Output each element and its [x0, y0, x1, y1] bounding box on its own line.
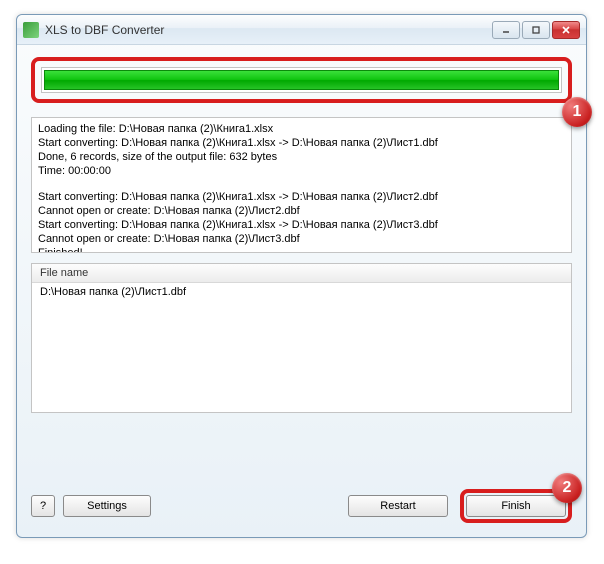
help-button[interactable]: ? — [31, 495, 55, 517]
window-controls — [492, 21, 580, 39]
file-list-header[interactable]: File name — [32, 264, 571, 283]
app-icon — [23, 22, 39, 38]
annotation-badge-2: 2 — [552, 473, 582, 503]
finish-button[interactable]: Finish — [466, 495, 566, 517]
window-title: XLS to DBF Converter — [45, 23, 492, 37]
log-line: Cannot open or create: D:\Новая папка (2… — [38, 204, 565, 218]
log-line: Done, 6 records, size of the output file… — [38, 150, 565, 164]
log-line: Start converting: D:\Новая папка (2)\Кни… — [38, 190, 565, 204]
close-button[interactable] — [552, 21, 580, 39]
client-area: 1 Loading the file: D:\Новая папка (2)\К… — [17, 45, 586, 537]
settings-button[interactable]: Settings — [63, 495, 151, 517]
button-row: ? Settings Restart Finish — [31, 489, 572, 523]
progress-fill — [44, 70, 559, 90]
progress-callout — [31, 57, 572, 103]
log-line: Cannot open or create: D:\Новая папка (2… — [38, 232, 565, 246]
log-line: Finished! — [38, 246, 565, 253]
progress-bar — [41, 67, 562, 93]
log-blank — [38, 178, 565, 190]
file-list-row[interactable]: D:\Новая папка (2)\Лист1.dbf — [32, 283, 571, 301]
log-line: Time: 00:00:00 — [38, 164, 565, 178]
minimize-button[interactable] — [492, 21, 520, 39]
file-list[interactable]: File name D:\Новая папка (2)\Лист1.dbf — [31, 263, 572, 413]
log-line: Start converting: D:\Новая папка (2)\Кни… — [38, 136, 565, 150]
restart-button[interactable]: Restart — [348, 495, 448, 517]
maximize-button[interactable] — [522, 21, 550, 39]
log-line: Start converting: D:\Новая папка (2)\Кни… — [38, 218, 565, 232]
log-output[interactable]: Loading the file: D:\Новая папка (2)\Кни… — [31, 117, 572, 253]
app-window: XLS to DBF Converter 1 Loading the file:… — [16, 14, 587, 538]
titlebar[interactable]: XLS to DBF Converter — [17, 15, 586, 45]
annotation-badge-1: 1 — [562, 97, 592, 127]
log-line: Loading the file: D:\Новая папка (2)\Кни… — [38, 122, 565, 136]
